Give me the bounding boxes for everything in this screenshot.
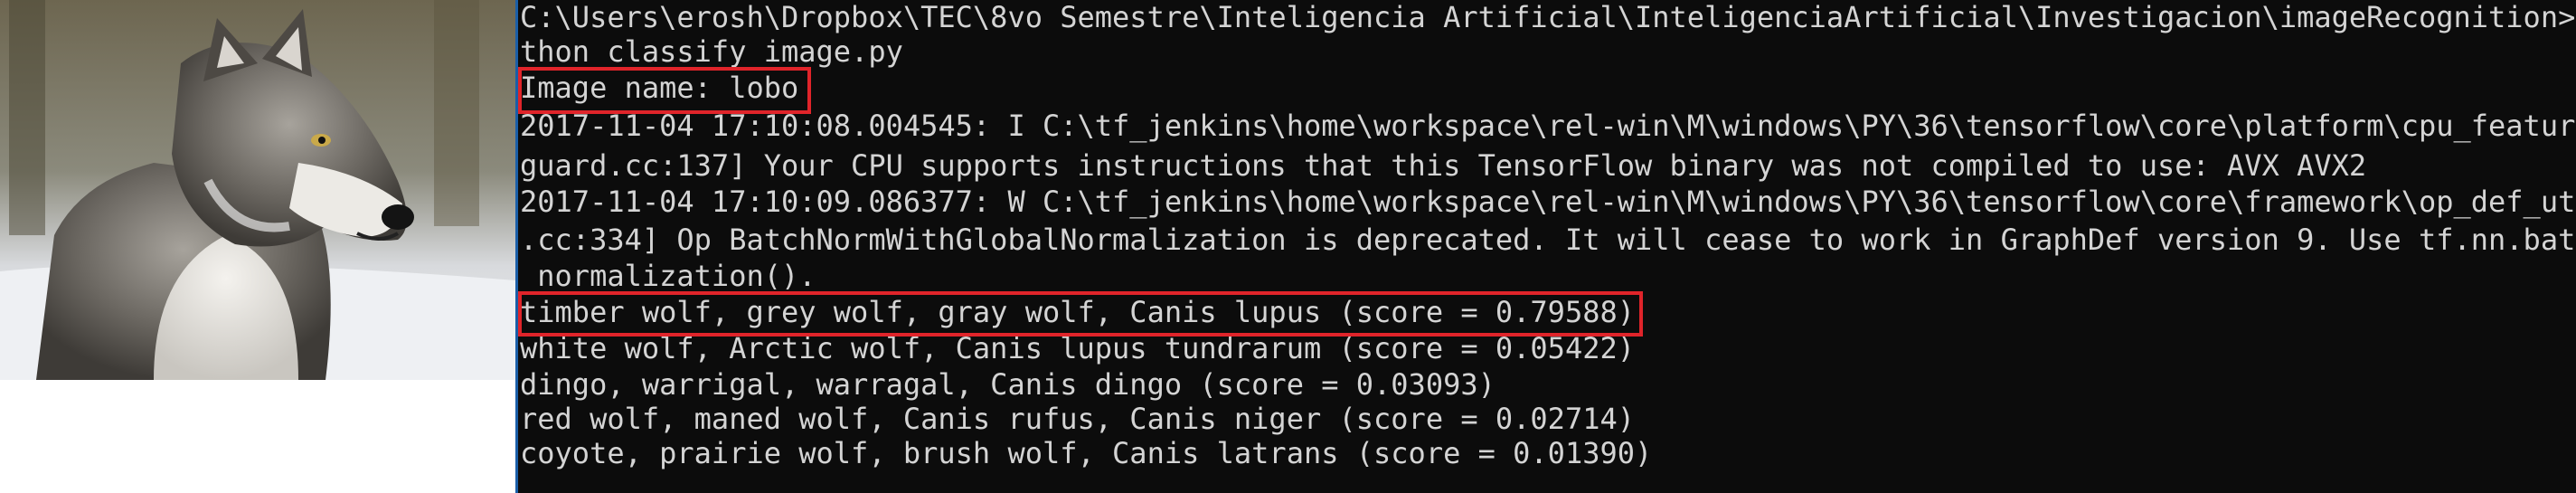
terminal-line-log-warning-end: _normalization(). — [520, 259, 816, 293]
terminal-line-log-warning: 2017-11-04 17:10:09.086377: W C:\tf_jenk… — [520, 185, 2576, 219]
terminal-line-log-info: 2017-11-04 17:10:08.004545: I C:\tf_jenk… — [520, 109, 2576, 143]
terminal-line-log-info-cont: guard.cc:137] Your CPU supports instruct… — [520, 148, 2367, 183]
terminal-window[interactable]: C:\Users\erosh\Dropbox\TEC\8vo Semestre\… — [515, 0, 2576, 493]
wolf-photo — [0, 0, 515, 380]
terminal-line-result-3: dingo, warrigal, warragal, Canis dingo (… — [520, 367, 1496, 402]
terminal-line-result-5: coyote, prairie wolf, brush wolf, Canis … — [520, 436, 1653, 470]
terminal-line-command-script: thon classify_image.py — [520, 34, 903, 69]
image-name-highlight-box — [518, 67, 811, 114]
terminal-line-result-4: red wolf, maned wolf, Canis rufus, Canis… — [520, 402, 1635, 436]
terminal-line-command-path: C:\Users\erosh\Dropbox\TEC\8vo Semestre\… — [520, 0, 2576, 34]
terminal-line-log-warning-cont: .cc:334] Op BatchNormWithGlobalNormaliza… — [520, 223, 2576, 257]
top-result-highlight-box — [518, 291, 1643, 337]
